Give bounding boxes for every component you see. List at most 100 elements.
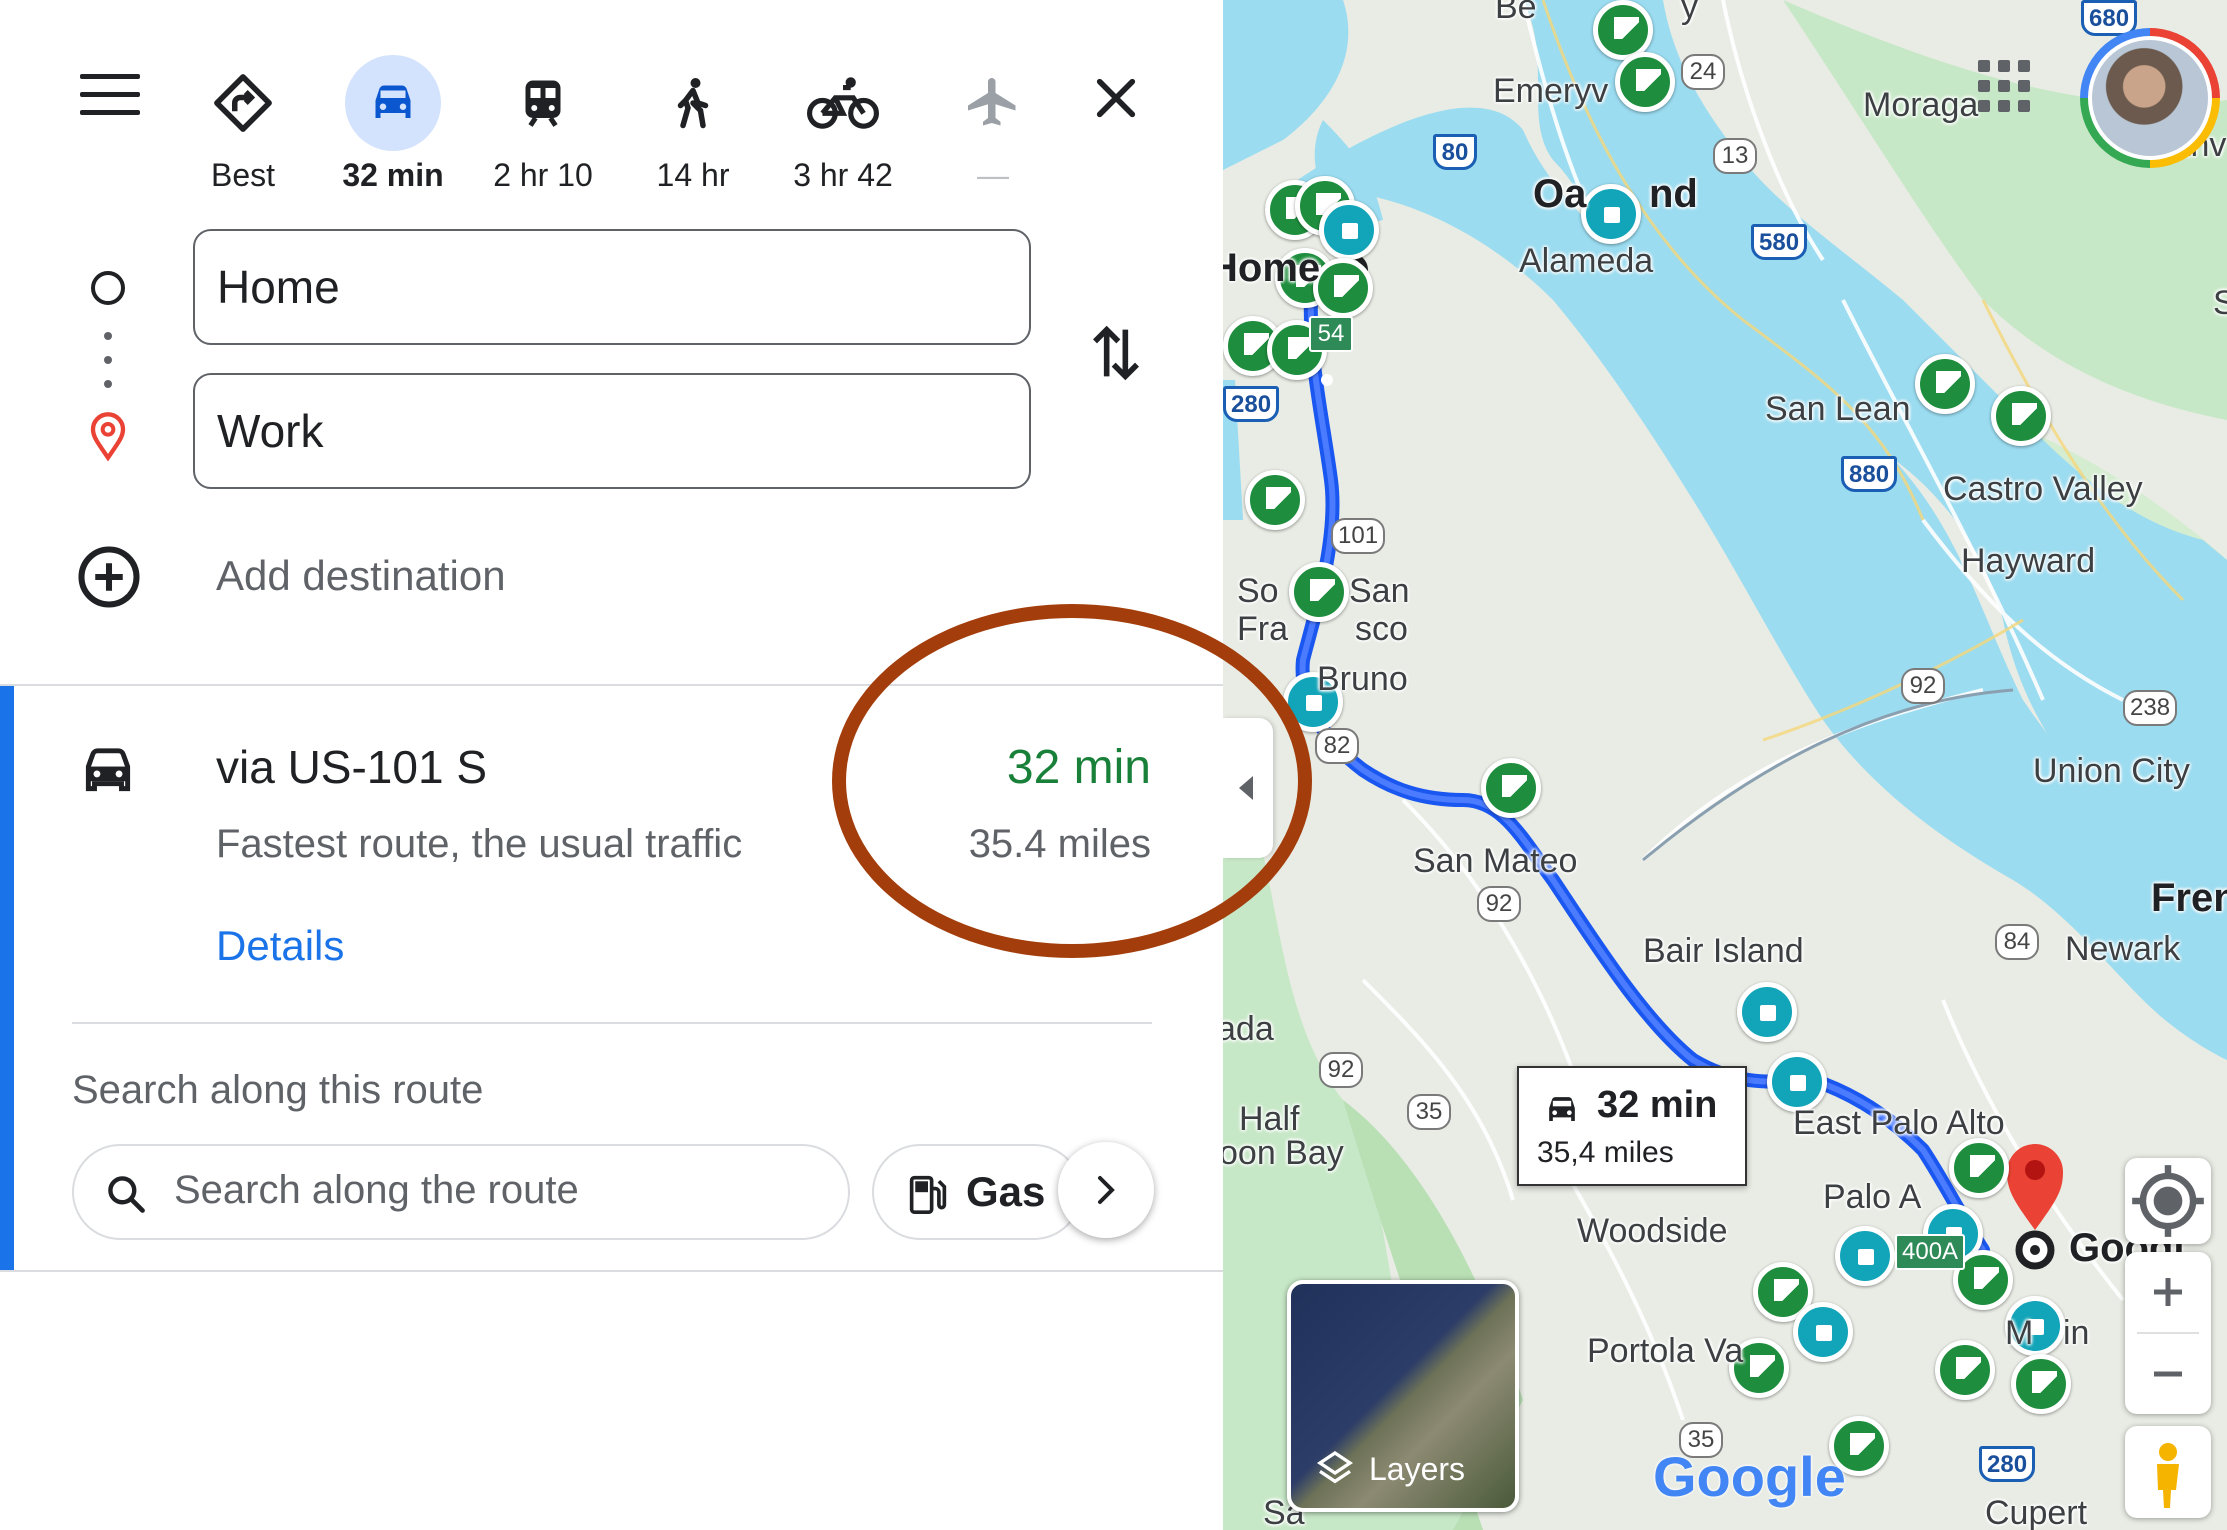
highway-shield: 80 bbox=[1433, 134, 1477, 170]
divider bbox=[72, 1022, 1152, 1024]
poi-marker[interactable] bbox=[1245, 470, 1305, 530]
highway-shield: 54 bbox=[1309, 316, 1353, 352]
poi-marker[interactable] bbox=[1935, 1340, 1995, 1400]
poi-marker[interactable] bbox=[1615, 52, 1675, 112]
map-label: Hayward bbox=[1961, 542, 2096, 580]
route-option-card[interactable]: via US-101 S Fastest route, the usual tr… bbox=[0, 684, 1223, 1272]
directions-panel: Best 32 min 2 hr 10 14 hr 3 hr 42 — Home… bbox=[0, 0, 1223, 1530]
layers-label: Layers bbox=[1369, 1451, 1466, 1487]
layers-button[interactable]: Layers bbox=[1287, 1280, 1519, 1512]
map-label: Alameda bbox=[1519, 242, 1654, 280]
destination-pin-icon bbox=[90, 412, 126, 462]
map-label: oon Bay bbox=[1223, 1134, 1344, 1172]
selected-route-indicator bbox=[0, 686, 14, 1272]
map-view[interactable]: 24 80 13 580 54 280 880 101 92 238 82 92… bbox=[1223, 0, 2227, 1530]
poi-marker[interactable] bbox=[1793, 1302, 1853, 1362]
street-view-pegman[interactable] bbox=[2125, 1426, 2211, 1518]
poi-marker[interactable] bbox=[1581, 184, 1641, 244]
route-duration: 32 min bbox=[1006, 741, 1151, 794]
highway-shield: 880 bbox=[1841, 456, 1898, 492]
highway-shield: 92 bbox=[1901, 668, 1945, 704]
plus-icon bbox=[2154, 1278, 2182, 1306]
chips-next-button[interactable] bbox=[1058, 1142, 1154, 1238]
map-label: ada bbox=[1223, 1010, 1274, 1048]
add-destination-button[interactable] bbox=[76, 544, 142, 610]
pegman-icon bbox=[2157, 1443, 2179, 1508]
highway-shield: 238 bbox=[2123, 690, 2178, 726]
add-destination-label[interactable]: Add destination bbox=[216, 552, 506, 600]
poi-marker[interactable] bbox=[1313, 258, 1373, 318]
map-label: Be bbox=[1495, 0, 1537, 26]
add-circle-icon bbox=[78, 546, 140, 608]
airplane-icon bbox=[968, 78, 1016, 126]
swap-waypoints-button[interactable] bbox=[1088, 320, 1144, 386]
poi-marker[interactable] bbox=[1481, 758, 1541, 818]
close-directions-button[interactable] bbox=[1088, 70, 1144, 126]
mode-flight[interactable]: — bbox=[923, 55, 1063, 205]
account-avatar[interactable] bbox=[2080, 28, 2220, 168]
car-icon bbox=[85, 748, 131, 792]
mode-label: 2 hr 10 bbox=[493, 157, 593, 193]
map-label: Union City bbox=[2033, 752, 2190, 790]
map-label: M bbox=[2005, 1314, 2034, 1352]
route-distance: 35.4 miles bbox=[968, 822, 1151, 866]
bicycle-icon bbox=[807, 77, 879, 129]
gas-chip[interactable]: Gas bbox=[872, 1144, 1082, 1240]
poi-marker[interactable] bbox=[2011, 1354, 2071, 1414]
search-along-route-input[interactable]: Search along the route bbox=[72, 1144, 850, 1240]
map-label: Portola Va bbox=[1587, 1332, 1744, 1370]
layers-icon bbox=[1316, 1450, 1354, 1484]
highway-shield: 82 bbox=[1315, 728, 1359, 764]
origin-input[interactable]: Home bbox=[193, 229, 1031, 345]
poi-marker[interactable] bbox=[1835, 1226, 1895, 1286]
google-apps-icon[interactable] bbox=[1978, 60, 2030, 112]
highway-shield: 400A bbox=[1895, 1234, 1966, 1270]
car-icon bbox=[1549, 1097, 1575, 1121]
mode-best[interactable]: Best bbox=[173, 55, 313, 205]
callout-time: 32 min bbox=[1597, 1084, 1718, 1126]
map-label: Home bbox=[1223, 246, 1321, 290]
mode-walking[interactable]: 14 hr bbox=[623, 55, 763, 205]
map-label: nd bbox=[1649, 172, 1698, 216]
highway-shield: 580 bbox=[1751, 224, 1808, 260]
route-title: via US-101 S bbox=[216, 741, 488, 793]
highway-shield: 280 bbox=[1979, 1446, 2036, 1482]
poi-marker[interactable] bbox=[1737, 982, 1797, 1042]
poi-marker[interactable] bbox=[1767, 1052, 1827, 1112]
highway-shield: 280 bbox=[1223, 386, 1280, 422]
destination-input[interactable]: Work bbox=[193, 373, 1031, 489]
poi-marker[interactable] bbox=[1289, 562, 1349, 622]
menu-button[interactable] bbox=[80, 74, 140, 118]
mode-transit[interactable]: 2 hr 10 bbox=[473, 55, 613, 205]
my-location-button[interactable] bbox=[2125, 1158, 2211, 1244]
train-icon bbox=[525, 80, 561, 127]
chevron-right-icon bbox=[1098, 1176, 1115, 1204]
callout-distance: 35,4 miles bbox=[1537, 1136, 1674, 1169]
search-placeholder: Search along the route bbox=[174, 1168, 579, 1212]
poi-marker[interactable] bbox=[1949, 1138, 2009, 1198]
poi-marker[interactable] bbox=[1593, 0, 1653, 60]
zoom-out-button[interactable] bbox=[2125, 1334, 2211, 1414]
highway-shield: 84 bbox=[1995, 924, 2039, 960]
mode-cycling[interactable]: 3 hr 42 bbox=[773, 55, 913, 205]
poi-marker[interactable] bbox=[1991, 386, 2051, 446]
route-details-link[interactable]: Details bbox=[216, 922, 344, 970]
map-label: Fra bbox=[1237, 610, 1288, 648]
zoom-in-button[interactable] bbox=[2125, 1252, 2211, 1332]
collapse-panel-button[interactable] bbox=[1223, 718, 1273, 858]
map-label: Bruno bbox=[1317, 660, 1408, 698]
map-label: San bbox=[1349, 572, 1410, 610]
mode-label: 3 hr 42 bbox=[793, 157, 893, 193]
highway-shield: 92 bbox=[1477, 886, 1521, 922]
poi-marker[interactable] bbox=[1319, 200, 1379, 260]
map-label: Oa bbox=[1533, 172, 1587, 216]
map-label: Fren bbox=[2151, 876, 2227, 920]
map-label: So bbox=[1237, 572, 1279, 610]
route-description: Fastest route, the usual traffic bbox=[216, 822, 743, 866]
map-label: Castro Valley bbox=[1943, 470, 2143, 508]
poi-marker[interactable] bbox=[1915, 354, 1975, 414]
map-label: Cupert bbox=[1985, 1494, 2088, 1530]
search-icon bbox=[108, 1176, 145, 1213]
route-callout[interactable]: 32 min 35,4 miles bbox=[1517, 1066, 1747, 1186]
mode-driving[interactable]: 32 min bbox=[323, 55, 463, 205]
